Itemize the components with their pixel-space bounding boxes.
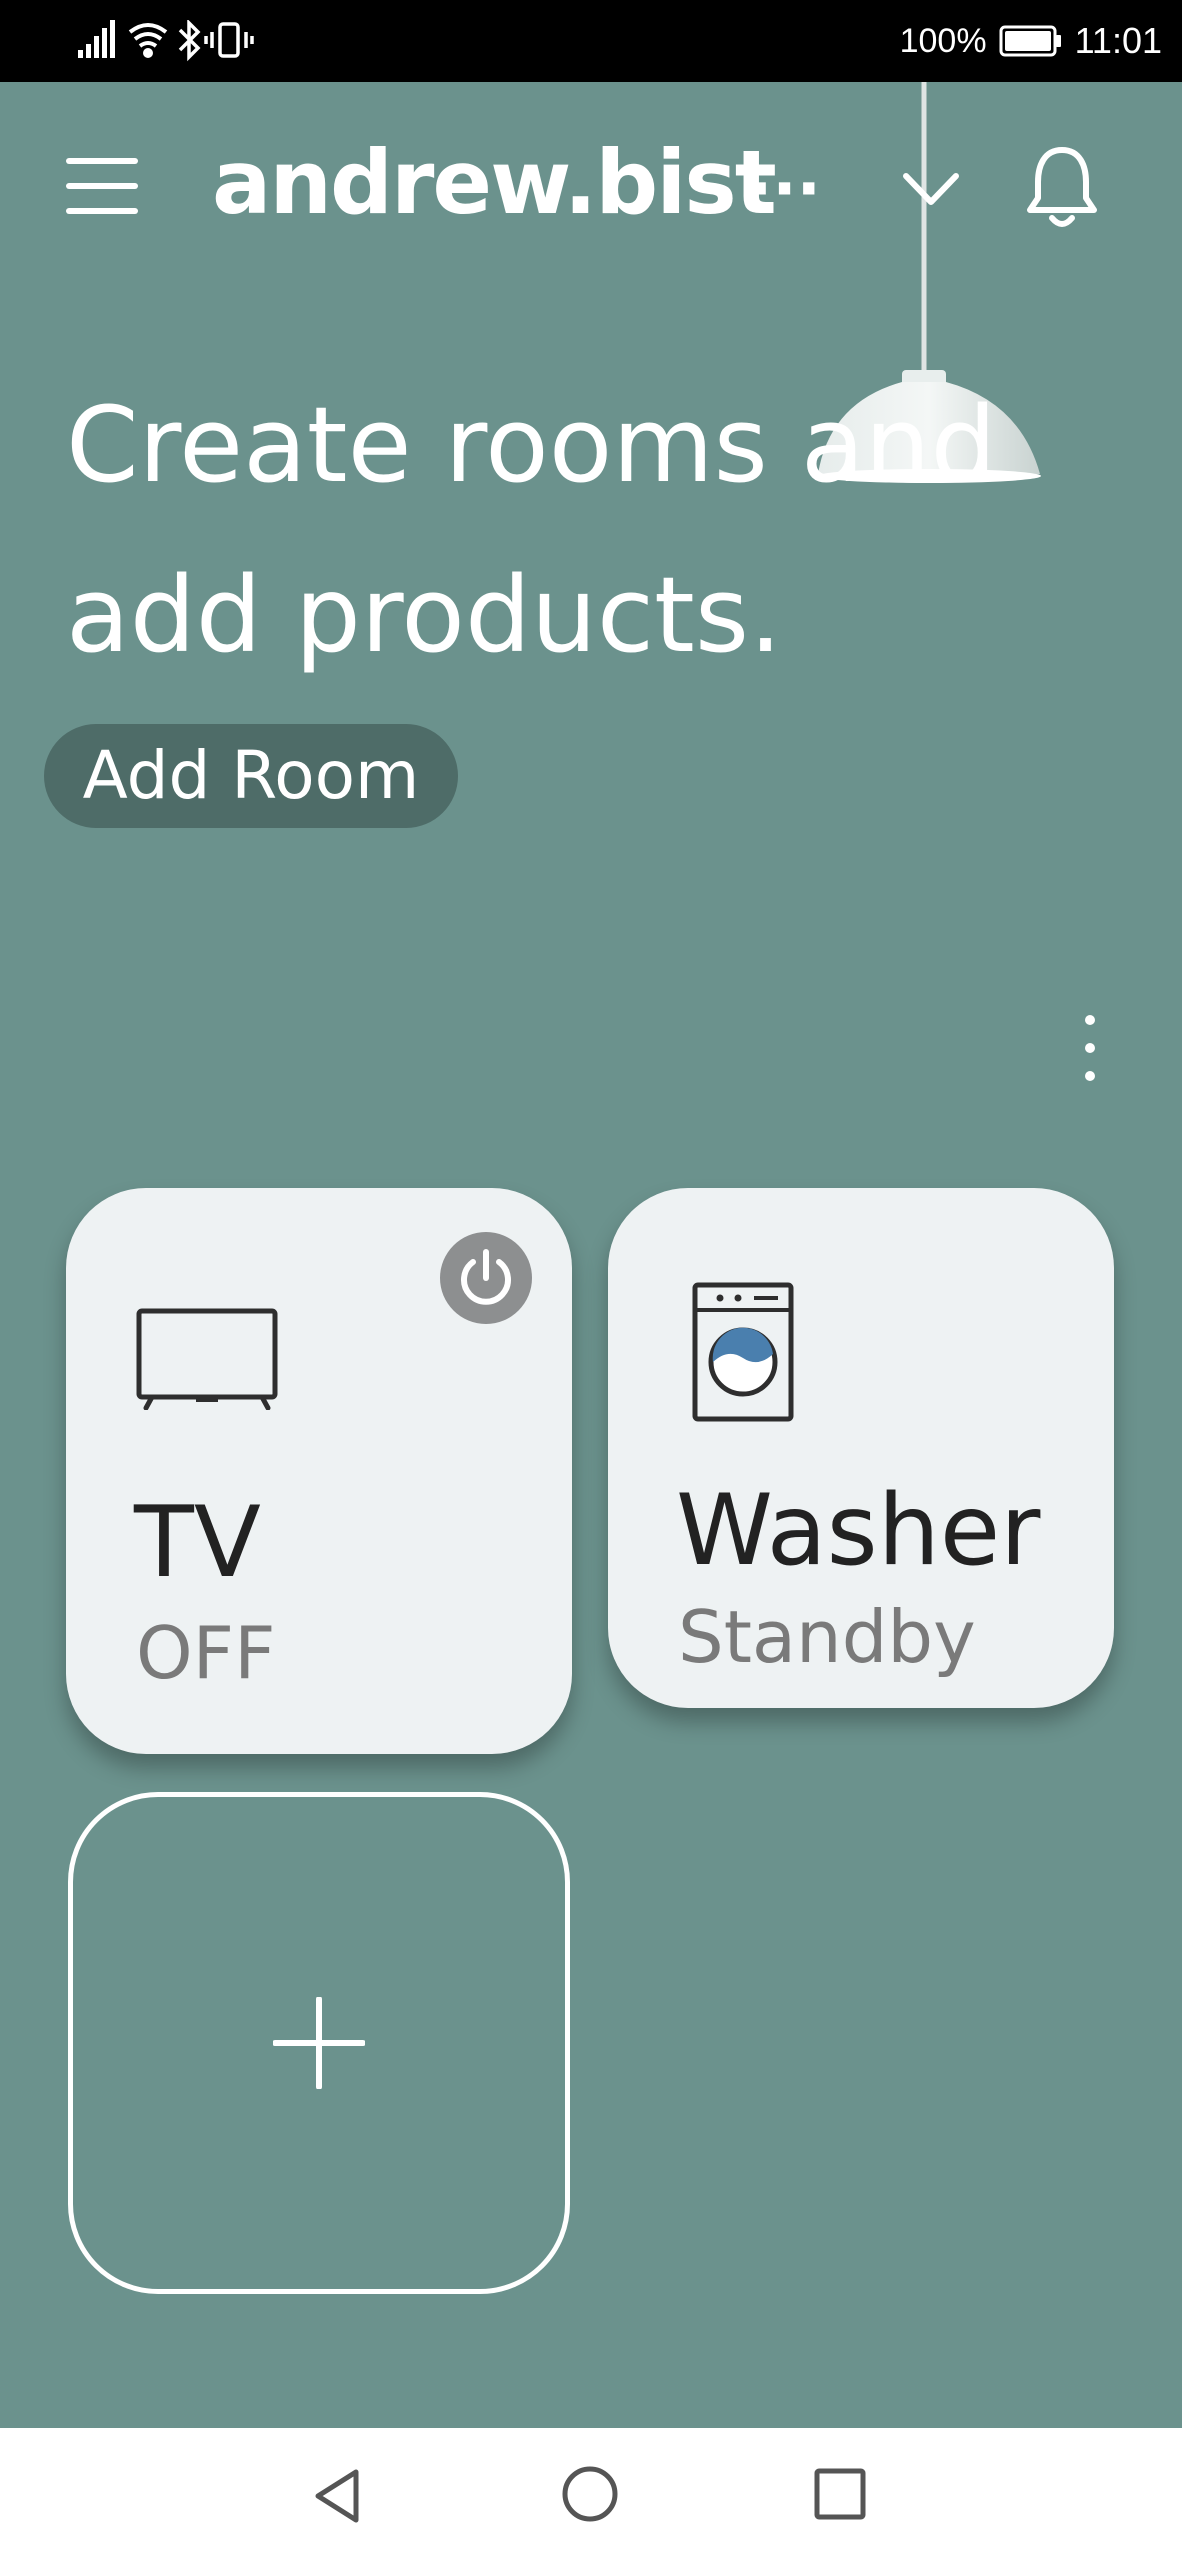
home-icon[interactable] — [560, 2464, 620, 2524]
plus-icon — [273, 1997, 365, 2089]
battery-icon — [999, 25, 1061, 57]
headline-line-1: Create rooms and — [66, 384, 997, 506]
back-icon[interactable] — [310, 2466, 366, 2526]
wifi-icon — [128, 23, 168, 58]
account-name-ellipsis: ··· — [748, 153, 821, 227]
vibrate-icon — [204, 22, 254, 58]
signal-icon — [78, 20, 115, 58]
more-options-icon[interactable] — [1070, 1010, 1110, 1086]
bluetooth-icon — [178, 20, 201, 62]
chevron-down-icon[interactable] — [900, 166, 962, 210]
tv-icon — [136, 1308, 278, 1410]
status-icons — [78, 20, 254, 62]
washer-icon — [692, 1282, 794, 1422]
headline-line-2: add products. — [66, 554, 783, 676]
device-status: Standby — [678, 1595, 976, 1679]
clock: 11:01 — [1074, 20, 1162, 61]
recents-icon[interactable] — [812, 2466, 868, 2522]
add-device-button[interactable] — [68, 1792, 570, 2294]
device-status: OFF — [136, 1611, 276, 1695]
system-nav-bar — [0, 2428, 1182, 2560]
bell-icon[interactable] — [1022, 142, 1102, 232]
status-bar: 100% 11:01 — [0, 0, 1182, 82]
device-name: Washer — [676, 1474, 1041, 1588]
add-room-button[interactable]: Add Room — [44, 724, 458, 828]
tv-power-button[interactable] — [440, 1232, 532, 1324]
status-right: 100% 11:01 — [900, 18, 1162, 64]
menu-icon[interactable] — [64, 154, 140, 218]
device-name: TV — [134, 1486, 261, 1600]
battery-percent: 100% — [899, 21, 987, 60]
hero-headline: Create rooms and add products. — [66, 360, 1066, 700]
power-icon — [461, 1249, 511, 1305]
